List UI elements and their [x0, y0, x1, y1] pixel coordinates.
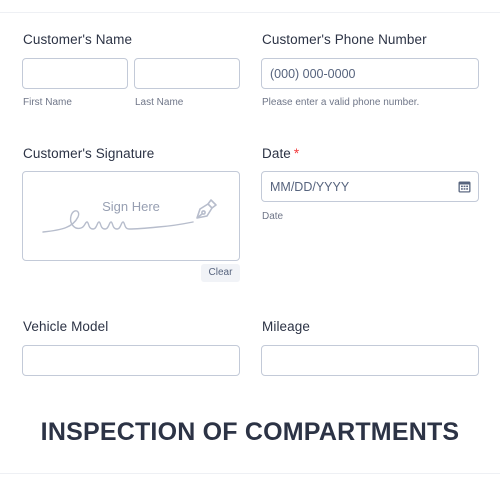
last-name-input[interactable]: [134, 58, 240, 89]
phone-label: Customer's Phone Number: [262, 32, 427, 47]
phone-sublabel: Please enter a valid phone number.: [262, 97, 420, 108]
date-label-text: Date: [262, 146, 291, 161]
first-name-sublabel: First Name: [23, 97, 72, 108]
vehicle-model-input[interactable]: [22, 345, 240, 376]
signature-label: Customer's Signature: [23, 146, 155, 161]
date-input[interactable]: [261, 171, 479, 202]
vehicle-model-label: Vehicle Model: [23, 319, 109, 334]
last-name-sublabel: Last Name: [135, 97, 184, 108]
phone-input[interactable]: [261, 58, 479, 89]
first-name-input[interactable]: [22, 58, 128, 89]
customer-name-label: Customer's Name: [23, 32, 133, 47]
signature-pad[interactable]: Sign Here: [22, 171, 240, 261]
pen-nib-icon: [196, 199, 217, 219]
date-field: [261, 171, 479, 202]
clear-signature-button[interactable]: Clear: [201, 264, 240, 282]
calendar-icon[interactable]: [458, 180, 471, 193]
section-heading: INSPECTION OF COMPARTMENTS: [40, 418, 460, 446]
date-label: Date *: [262, 146, 299, 161]
mileage-label: Mileage: [262, 319, 310, 334]
required-mark: *: [293, 146, 300, 161]
top-divider: [0, 12, 500, 13]
bottom-divider: [0, 473, 500, 474]
date-sublabel: Date: [262, 211, 284, 222]
mileage-input[interactable]: [261, 345, 479, 376]
